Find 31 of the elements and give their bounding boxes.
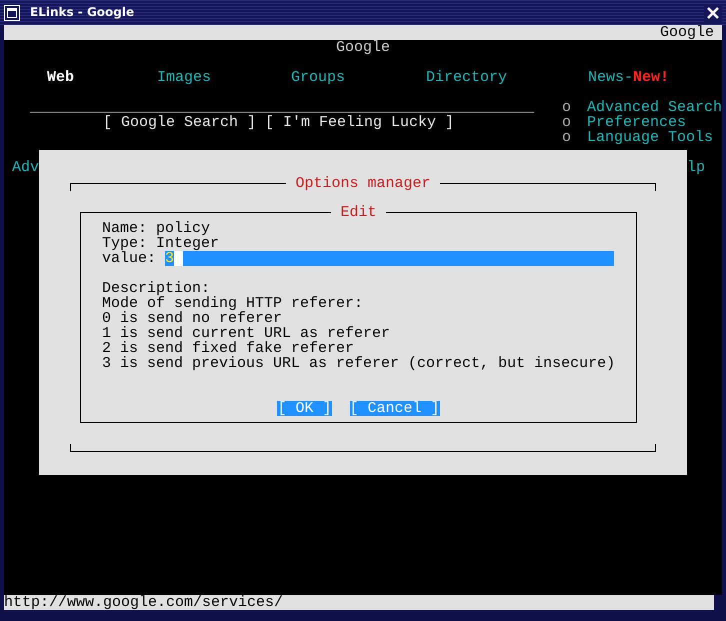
search-button[interactable]: [ I'm Feeling Lucky ]: [265, 115, 454, 130]
nav-link[interactable]: News-New!: [588, 70, 670, 85]
side-link[interactable]: Preferences: [586, 115, 686, 130]
option-info: Type: Integer: [102, 236, 220, 251]
description-text: Description:: [102, 281, 210, 296]
nav-link[interactable]: Web: [47, 70, 74, 85]
description-text: 2 is send fixed fake referer: [102, 341, 354, 356]
nav-link[interactable]: Images: [157, 70, 212, 85]
partial-link[interactable]: lp: [686, 160, 705, 175]
side-link[interactable]: Language Tools: [586, 130, 713, 145]
search-button[interactable]: [ Google Search ]: [103, 115, 256, 130]
description-text: Mode of sending HTTP referer:: [102, 296, 364, 311]
window-title: ELinks - Google: [30, 5, 136, 20]
value-label: value:: [102, 251, 156, 266]
option-info: Name: policy: [102, 221, 210, 236]
description-text: 3 is send previous URL as referer (correct, but insecure): [102, 356, 616, 371]
partial-link[interactable]: Adv: [12, 160, 40, 175]
nav-link[interactable]: Groups: [291, 70, 346, 85]
page-heading: Google: [336, 40, 390, 55]
search-field[interactable]: ________________________________________________________: [30, 100, 562, 115]
dialog-title: Options manager: [286, 176, 440, 191]
description-text: 1 is send current URL as referer: [102, 326, 390, 341]
side-link[interactable]: Advanced Search: [586, 100, 722, 115]
nav-link[interactable]: Directory: [426, 70, 508, 85]
bullet-icon: o: [562, 100, 587, 115]
bullet-icon: o: [562, 130, 587, 145]
status-url: http://www.google.com/services/: [4, 594, 284, 611]
window-menu-icon[interactable]: [4, 4, 20, 20]
tab-title[interactable]: Google: [660, 25, 714, 40]
description-text: 0 is send no referer: [102, 311, 282, 326]
bullet-icon: o: [562, 115, 587, 130]
